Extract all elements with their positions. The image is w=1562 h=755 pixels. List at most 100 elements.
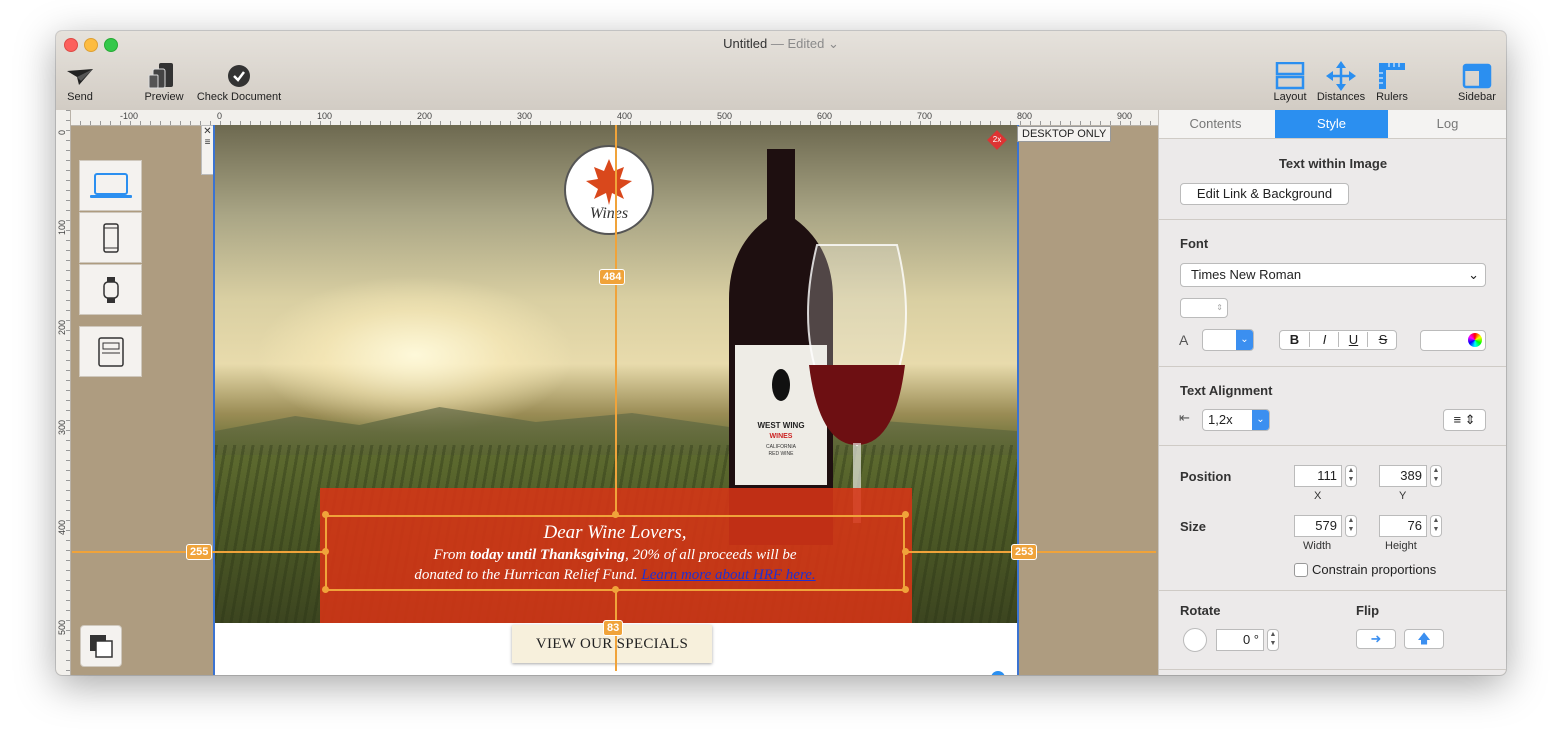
desktop-only-badge: DESKTOP ONLY: [1017, 126, 1112, 142]
rulers-button[interactable]: Rulers: [1372, 61, 1412, 103]
position-x-field[interactable]: 111: [1294, 465, 1342, 487]
vertical-ruler[interactable]: 0 100 200 300 400 500: [56, 110, 71, 675]
text-format-group: B I U S: [1279, 330, 1397, 350]
tab-style[interactable]: Style: [1275, 110, 1388, 138]
font-size-stepper[interactable]: ⇕: [1180, 298, 1228, 318]
alignment-section: Text Alignment ⇤ 1,2x ⌄ ≡ ⇕: [1159, 367, 1506, 446]
bold-button[interactable]: B: [1280, 332, 1309, 347]
checkmark-circle-icon: [192, 61, 286, 91]
greeting: Dear Wine Lovers,: [543, 522, 687, 543]
text-size-icon: A: [1179, 332, 1189, 348]
x-label: X: [1314, 490, 1322, 502]
position-x-stepper[interactable]: ▲ ▼: [1345, 465, 1357, 487]
resize-handle[interactable]: [902, 511, 909, 518]
watch-view-button[interactable]: [79, 264, 142, 315]
resize-handle[interactable]: [902, 586, 909, 593]
add-block-icon[interactable]: [991, 671, 1005, 675]
edit-link-button[interactable]: Edit Link & Background: [1180, 183, 1349, 205]
distances-button[interactable]: Distances: [1314, 61, 1368, 103]
align-center-icon: ≡ ⇕: [1453, 412, 1476, 427]
distances-label: Distances: [1316, 91, 1366, 103]
close-icon[interactable]: ✕: [202, 126, 213, 137]
phone-view-button[interactable]: [79, 212, 142, 263]
constrain-label: Constrain proportions: [1312, 562, 1437, 577]
font-section: Font Times New Roman ⌄ ⇕ A ⌄ B I U S: [1159, 220, 1506, 367]
resize-handle[interactable]: [612, 511, 619, 518]
distance-bottom-label: 83: [603, 620, 624, 636]
tab-contents[interactable]: Contents: [1159, 110, 1272, 138]
resize-handle[interactable]: [612, 586, 619, 593]
desktop-view-button[interactable]: [79, 160, 142, 211]
position-y-stepper[interactable]: ▲ ▼: [1430, 465, 1442, 487]
ruler-label: -100: [120, 111, 139, 121]
sun-glow: [255, 275, 575, 435]
ruler-label: 400: [57, 519, 67, 535]
transform-section: Rotate Flip 0 ° ▲ ▼ ➜ 🡅: [1159, 591, 1506, 670]
resize-handle[interactable]: [902, 548, 909, 555]
bottle-label-3: CALIFORNIA: [766, 444, 797, 450]
rotate-label: Rotate: [1180, 603, 1221, 618]
ruler-label: 400: [617, 111, 633, 121]
flip-horizontal-button[interactable]: ➜: [1356, 629, 1396, 649]
ruler-label: 0: [217, 111, 223, 121]
rotation-stepper[interactable]: ▲ ▼: [1267, 629, 1279, 651]
tab-log[interactable]: Log: [1391, 110, 1504, 138]
preview-button[interactable]: Preview: [142, 61, 186, 103]
color-wheel-icon: [1468, 333, 1482, 347]
ruler-icon: [1372, 61, 1412, 91]
logo[interactable]: Wines: [564, 145, 654, 235]
ruler-label: 200: [57, 319, 67, 335]
check-document-button[interactable]: Check Document: [192, 61, 286, 103]
ruler-label: 300: [57, 419, 67, 435]
ruler-label: 900: [1117, 111, 1133, 121]
move-arrows-icon: [1314, 61, 1368, 91]
preview-label: Preview: [144, 91, 184, 103]
rotation-field[interactable]: 0 °: [1216, 629, 1264, 651]
ruler-label: 700: [917, 111, 933, 121]
ruler-label: 200: [417, 111, 433, 121]
menu-icon[interactable]: ≡: [202, 137, 213, 148]
height-field[interactable]: 76: [1379, 515, 1427, 537]
ruler-label: 500: [717, 111, 733, 121]
position-label: Position: [1180, 469, 1232, 484]
position-y-field[interactable]: 389: [1379, 465, 1427, 487]
learn-more-link[interactable]: Learn more about HRF here.: [641, 567, 815, 583]
flip-vertical-button[interactable]: 🡅: [1404, 629, 1444, 649]
width-field[interactable]: 579: [1294, 515, 1342, 537]
chevron-down-icon: ⌄: [1468, 267, 1479, 282]
italic-button[interactable]: I: [1309, 332, 1339, 347]
rotation-dial[interactable]: [1183, 628, 1207, 652]
strikethrough-button[interactable]: S: [1367, 332, 1398, 347]
send-button[interactable]: Send: [62, 61, 98, 103]
distance-right-label: 253: [1011, 544, 1038, 560]
ruler-label: 100: [317, 111, 333, 121]
logo-text: Wines: [589, 205, 629, 222]
bottle-label-2: WINES: [770, 433, 793, 440]
height-stepper[interactable]: ▲ ▼: [1430, 515, 1442, 537]
layers-icon: [90, 635, 113, 658]
line-height-select[interactable]: 1,2x ⌄: [1202, 409, 1270, 431]
check-document-label: Check Document: [196, 91, 282, 103]
rulers-label: Rulers: [1376, 91, 1408, 103]
arrow-right-icon: ➜: [1370, 631, 1382, 646]
sidebar-button[interactable]: Sidebar: [1454, 61, 1500, 103]
text-style-select[interactable]: ⌄: [1202, 329, 1254, 351]
line-height-icon: ⇤: [1179, 410, 1190, 425]
alignment-select[interactable]: ≡ ⇕: [1443, 409, 1486, 431]
font-select[interactable]: Times New Roman ⌄: [1180, 263, 1486, 287]
resize-handle[interactable]: [322, 548, 329, 555]
layout-icon: [1268, 61, 1312, 91]
constrain-checkbox[interactable]: [1294, 563, 1308, 577]
layout-button[interactable]: Layout: [1268, 61, 1312, 103]
underline-button[interactable]: U: [1338, 332, 1368, 347]
preheader-view-button[interactable]: [79, 326, 142, 377]
arrow-up-icon: 🡅: [1417, 631, 1431, 646]
text-color-well[interactable]: [1420, 330, 1486, 351]
width-stepper[interactable]: ▲ ▼: [1345, 515, 1357, 537]
layers-button[interactable]: [80, 625, 122, 667]
message-text[interactable]: Dear Wine Lovers, From today until Thank…: [325, 521, 905, 585]
ruler-label: 100: [57, 219, 67, 235]
horizontal-ruler[interactable]: -100 0 100 200 300 400 500 600 700 800 9…: [70, 110, 1158, 126]
resize-handle[interactable]: [322, 511, 329, 518]
resize-handle[interactable]: [322, 586, 329, 593]
